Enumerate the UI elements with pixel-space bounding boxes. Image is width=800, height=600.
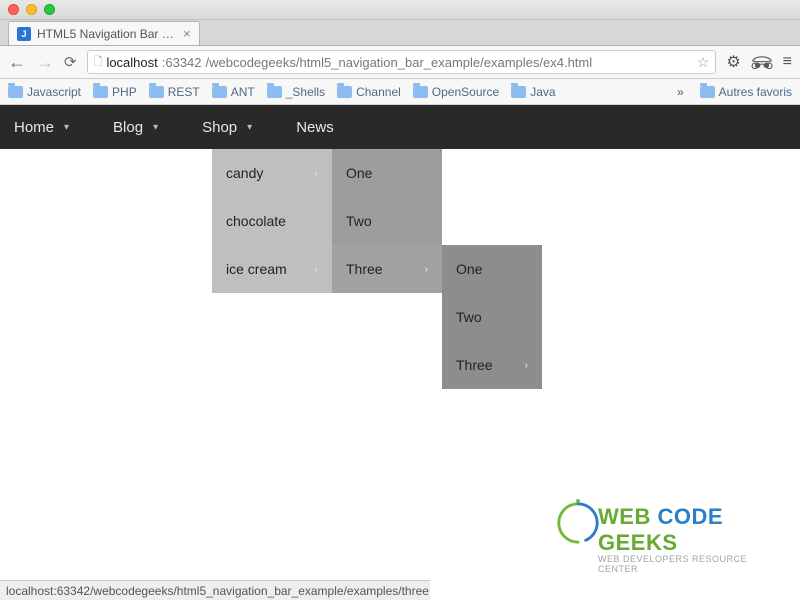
browser-toolbar: ← → ⟳ 🗋 localhost :63342/webcodegeeks/htm… — [0, 46, 800, 79]
chrome-menu-icon[interactable]: ≡ — [783, 53, 792, 71]
settings-gear-icon[interactable]: ⚙ — [726, 52, 740, 72]
folder-icon — [511, 86, 526, 98]
bookmarks-bar: Javascript PHP REST ANT _Shells Channel … — [0, 79, 800, 105]
browser-window: J HTML5 Navigation Bar Exa × ← → ⟳ 🗋 loc… — [0, 0, 800, 600]
dropdown-item-label: Two — [346, 213, 372, 229]
folder-icon — [8, 86, 23, 98]
status-text: localhost:63342/webcodegeeks/html5_navig… — [6, 584, 430, 598]
chevron-right-icon: › — [425, 264, 428, 275]
url-port: :63342 — [162, 55, 202, 70]
bookmark-javascript[interactable]: Javascript — [8, 85, 81, 99]
dropdown-item-label: Three — [346, 261, 383, 277]
watermark-title: WEB CODE GEEKS — [598, 504, 788, 556]
bookmark-java[interactable]: Java — [511, 85, 555, 99]
dropdown-icecream: One Two Three › — [332, 149, 442, 293]
dropdown-item-label: Two — [456, 309, 482, 325]
window-zoom-button[interactable] — [44, 4, 55, 15]
folder-icon — [267, 86, 282, 98]
bookmark-overflow-icon[interactable]: » — [677, 85, 684, 99]
bookmark-channel[interactable]: Channel — [337, 85, 401, 99]
dropdown-item-label: candy — [226, 165, 263, 181]
chevron-right-icon: › — [525, 360, 528, 371]
url-path: /webcodegeeks/html5_navigation_bar_examp… — [206, 55, 593, 70]
chevron-right-icon: › — [315, 264, 318, 275]
folder-icon — [149, 86, 164, 98]
incognito-icon — [751, 55, 773, 69]
chevron-down-icon: ▾ — [153, 122, 158, 133]
dropdown-item-candy[interactable]: candy › — [212, 149, 332, 197]
url-host: localhost — [106, 55, 157, 70]
watermark-swirl-icon — [554, 498, 602, 546]
dropdown-item-chocolate[interactable]: chocolate — [212, 197, 332, 245]
address-bar[interactable]: 🗋 localhost :63342/webcodegeeks/html5_nav… — [87, 50, 717, 74]
dropdown-item-three[interactable]: Three › — [442, 341, 542, 389]
nav-item-label: Shop — [202, 119, 237, 136]
dropdown-item-one[interactable]: One — [442, 245, 542, 293]
dropdown-item-two[interactable]: Two — [442, 293, 542, 341]
dropdown-item-two[interactable]: Two — [332, 197, 442, 245]
dropdown-three: One Two Three › — [442, 245, 542, 389]
nav-forward-button[interactable]: → — [36, 53, 54, 71]
dropdown-shop: candy › chocolate ice cream › — [212, 149, 332, 293]
tab-title: HTML5 Navigation Bar Exa — [37, 27, 177, 41]
bookmark-opensource[interactable]: OpenSource — [413, 85, 499, 99]
dropdown-item-icecream[interactable]: ice cream › — [212, 245, 332, 293]
window-titlebar — [0, 0, 800, 20]
bookmark-rest[interactable]: REST — [149, 85, 200, 99]
tab-favicon: J — [17, 27, 31, 41]
tab-close-icon[interactable]: × — [183, 26, 191, 41]
chevron-down-icon: ▾ — [247, 122, 252, 133]
traffic-lights — [8, 4, 55, 15]
folder-icon — [413, 86, 428, 98]
dropdown-item-three[interactable]: Three › — [332, 245, 442, 293]
nav-item-blog[interactable]: Blog ▾ — [113, 119, 158, 136]
tab-strip: J HTML5 Navigation Bar Exa × — [0, 20, 800, 46]
main-nav: Home ▾ Blog ▾ Shop ▾ News — [0, 105, 800, 149]
nav-back-button[interactable]: ← — [8, 53, 26, 71]
page-icon: 🗋 — [94, 53, 103, 72]
bookmark-ant[interactable]: ANT — [212, 85, 255, 99]
folder-icon — [337, 86, 352, 98]
dropdown-item-label: ice cream — [226, 261, 287, 277]
browser-tab-active[interactable]: J HTML5 Navigation Bar Exa × — [8, 21, 200, 45]
page-viewport: Home ▾ Blog ▾ Shop ▾ News candy › chocol… — [0, 105, 800, 580]
folder-icon — [700, 86, 715, 98]
window-minimize-button[interactable] — [26, 4, 37, 15]
chevron-down-icon: ▾ — [64, 122, 69, 133]
bookmark-shells[interactable]: _Shells — [267, 85, 325, 99]
dropdown-item-label: One — [346, 165, 372, 181]
dropdown-item-label: chocolate — [226, 213, 286, 229]
nav-item-news[interactable]: News — [296, 119, 334, 136]
nav-item-home[interactable]: Home ▾ — [14, 119, 69, 136]
chevron-right-icon: › — [315, 168, 318, 179]
dropdown-item-one[interactable]: One — [332, 149, 442, 197]
folder-icon — [212, 86, 227, 98]
folder-icon — [93, 86, 108, 98]
bookmark-other[interactable]: Autres favoris — [700, 85, 792, 99]
status-bar: localhost:63342/webcodegeeks/html5_navig… — [0, 580, 430, 600]
nav-item-label: Home — [14, 119, 54, 136]
dropdown-item-label: One — [456, 261, 482, 277]
nav-item-label: News — [296, 119, 334, 136]
nav-reload-button[interactable]: ⟳ — [64, 53, 77, 71]
watermark-logo: WEB CODE GEEKS WEB DEVELOPERS RESOURCE C… — [598, 504, 788, 574]
nav-item-label: Blog — [113, 119, 143, 136]
dropdown-item-label: Three — [456, 357, 493, 373]
bookmark-star-icon[interactable]: ☆ — [697, 54, 710, 71]
watermark-subtitle: WEB DEVELOPERS RESOURCE CENTER — [598, 554, 788, 574]
bookmark-php[interactable]: PHP — [93, 85, 137, 99]
window-close-button[interactable] — [8, 4, 19, 15]
nav-item-shop[interactable]: Shop ▾ — [202, 119, 252, 136]
